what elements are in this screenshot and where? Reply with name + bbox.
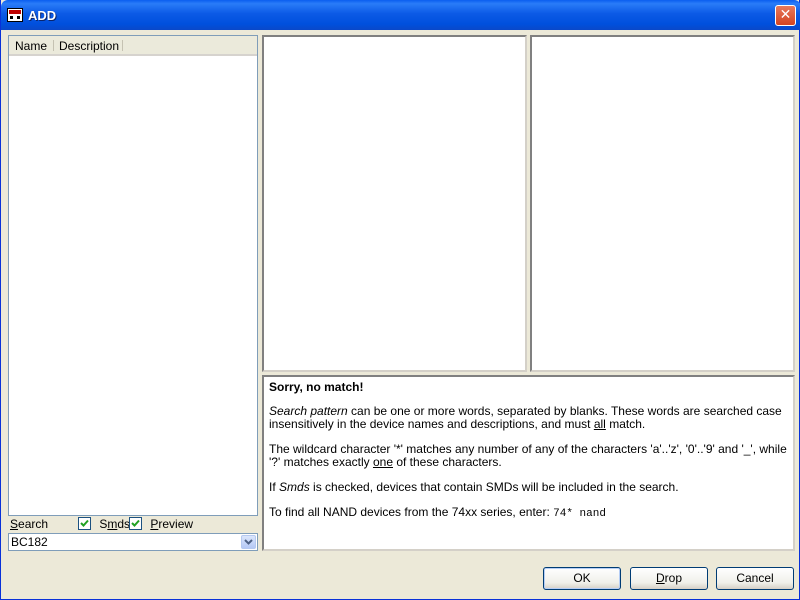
checkmark-icon: [80, 520, 89, 528]
column-header-description[interactable]: Description: [59, 39, 119, 53]
smds-checkbox-group[interactable]: Smds: [78, 516, 130, 531]
device-list[interactable]: Name Description: [8, 35, 258, 516]
close-button[interactable]: ✕: [775, 5, 796, 26]
cancel-button[interactable]: Cancel: [716, 567, 794, 590]
title-bar[interactable]: ADD ✕: [1, 0, 800, 30]
package-preview: [530, 35, 795, 372]
search-dropdown-button[interactable]: [241, 535, 256, 549]
smds-label: Smds: [99, 516, 131, 531]
search-label: Search: [10, 517, 49, 531]
window-title: ADD: [28, 8, 57, 23]
column-header-name[interactable]: Name: [15, 39, 47, 53]
preview-checkbox[interactable]: [129, 517, 142, 531]
help-paragraph-wildcard: The wildcard character '*' matches any n…: [269, 442, 787, 469]
drop-button[interactable]: Drop: [630, 567, 708, 590]
no-match-heading: Sorry, no match!: [269, 380, 364, 394]
chevron-down-icon: [244, 539, 253, 545]
preview-label: Preview: [150, 516, 194, 531]
column-divider[interactable]: [122, 40, 123, 51]
search-help-panel: Sorry, no match! Search pattern can be o…: [262, 375, 795, 551]
add-dialog: ADD ✕ Name Description Search Smds Previ…: [0, 0, 800, 600]
smds-checkbox[interactable]: [78, 517, 91, 531]
app-icon: [7, 8, 23, 22]
symbol-preview: [262, 35, 527, 372]
search-combobox[interactable]: [8, 533, 258, 551]
ok-button[interactable]: OK: [543, 567, 621, 590]
checkmark-icon: [131, 520, 140, 528]
close-icon: ✕: [779, 7, 792, 23]
help-paragraph-pattern: Search pattern can be one or more words,…: [269, 404, 782, 431]
list-header: Name Description: [9, 36, 257, 56]
column-divider[interactable]: [53, 40, 54, 51]
search-input[interactable]: [11, 534, 235, 550]
help-paragraph-example: To find all NAND devices from the 74xx s…: [269, 505, 606, 521]
preview-checkbox-group[interactable]: Preview: [129, 516, 193, 531]
help-paragraph-smds: If Smds is checked, devices that contain…: [269, 480, 679, 494]
